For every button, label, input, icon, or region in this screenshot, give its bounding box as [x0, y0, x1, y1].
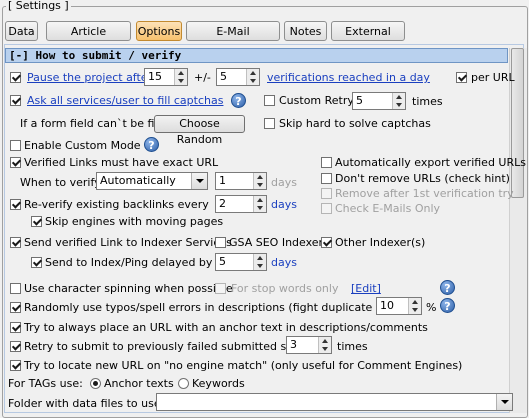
choose-random-button[interactable]: Choose Random: [154, 115, 245, 146]
ask-services-checkbox[interactable]: [10, 95, 21, 106]
typos-label: Randomly use typos/spell errors in descr…: [24, 301, 423, 314]
when-verify-unit: days: [271, 176, 297, 189]
pause-suffix-link[interactable]: verifications reached in a day: [267, 71, 430, 84]
pause-separator: +/-: [194, 71, 211, 84]
pause-value-spinner[interactable]: [174, 69, 187, 85]
ask-services-label[interactable]: Ask all services/user to fill captchas: [27, 94, 223, 107]
stop-words-checkbox[interactable]: [215, 283, 226, 294]
tags-anchor-radio[interactable]: [90, 378, 101, 389]
pause-checkbox[interactable]: [10, 72, 21, 83]
per-url-label: per URL: [471, 71, 515, 84]
custom-retry-spinner[interactable]: [392, 93, 405, 109]
verified-exact-label: Verified Links must have exact URL: [24, 156, 219, 169]
custom-mode-checkbox[interactable]: [10, 140, 21, 151]
retry-failed-unit: times: [337, 340, 368, 353]
check-emails-checkbox[interactable]: [321, 203, 332, 214]
no-engine-checkbox[interactable]: [10, 360, 21, 371]
dont-remove-checkbox[interactable]: [321, 173, 332, 184]
tags-keywords-label: Keywords: [192, 377, 245, 390]
indexer-label: Send verified Link to Indexer Services: [24, 236, 232, 249]
typos-unit: %: [426, 301, 437, 314]
spinning-edit-link[interactable]: [Edit]: [351, 282, 381, 295]
when-verify-days-spinner[interactable]: [253, 173, 266, 189]
send-index-checkbox[interactable]: [31, 257, 42, 268]
skip-moving-checkbox[interactable]: [31, 216, 42, 227]
retry-failed-checkbox[interactable]: [10, 341, 21, 352]
send-index-label: Send to Index/Ping delayed by: [45, 256, 213, 269]
folder-label: Folder with data files to use: [8, 397, 161, 410]
other-indexer-label: Other Indexer(s): [335, 236, 426, 249]
spinning-checkbox[interactable]: [10, 283, 21, 294]
tab-data[interactable]: Data: [5, 21, 38, 41]
chevron-down-icon[interactable]: [496, 394, 512, 410]
tags-keywords-radio[interactable]: [178, 378, 189, 389]
retry-failed-label: Retry to submit to previously failed sub…: [24, 340, 307, 353]
tags-label: For TAGs use:: [8, 377, 83, 390]
form-field-label: If a form field can`t be filled: [20, 117, 175, 130]
remove-after-label: Remove after 1st verification try: [335, 187, 514, 200]
help-icon[interactable]: ?: [231, 93, 246, 108]
skip-hard-label: Skip hard to solve captchas: [279, 117, 431, 130]
per-url-checkbox[interactable]: [456, 72, 467, 83]
auto-export-label: Automatically export verified URLs: [335, 156, 526, 169]
auto-export-checkbox[interactable]: [321, 157, 332, 168]
folder-select[interactable]: [156, 393, 513, 411]
settings-group-title: [ Settings ]: [6, 0, 71, 12]
send-index-unit: days: [271, 256, 297, 269]
check-emails-label: Check E-Mails Only: [335, 202, 441, 215]
tab-email-verification[interactable]: E-Mail verification: [186, 21, 280, 58]
help-icon[interactable]: ?: [144, 137, 159, 152]
reverify-days-spinner[interactable]: [253, 196, 266, 212]
send-index-days-spinner[interactable]: [253, 254, 266, 270]
chevron-down-icon[interactable]: [191, 173, 207, 189]
help-icon[interactable]: ?: [440, 280, 455, 295]
tab-external-apis[interactable]: External APIs: [331, 21, 405, 58]
indexer-checkbox[interactable]: [10, 237, 21, 248]
pause-label[interactable]: Pause the project after: [27, 71, 152, 84]
help-icon[interactable]: ?: [440, 298, 455, 313]
anchor-place-checkbox[interactable]: [10, 322, 21, 333]
tab-notes[interactable]: Notes: [284, 21, 327, 41]
retry-failed-spinner[interactable]: [318, 337, 331, 353]
remove-after-checkbox[interactable]: [321, 188, 332, 199]
typos-spinner[interactable]: [408, 298, 421, 314]
custom-retry-checkbox[interactable]: [264, 95, 275, 106]
tab-article-manager[interactable]: Article Manager: [46, 21, 131, 58]
tags-anchor-label: Anchor texts: [104, 377, 174, 390]
section-header[interactable]: [-] How to submit / verify: [5, 48, 508, 63]
other-indexer-checkbox[interactable]: [321, 237, 332, 248]
dont-remove-label: Don't remove URLs (check hint): [335, 172, 510, 185]
skip-moving-label: Skip engines with moving pages: [45, 215, 224, 228]
custom-mode-label: Enable Custom Mode: [24, 139, 141, 152]
typos-checkbox[interactable]: [10, 302, 21, 313]
tab-options[interactable]: Options: [136, 21, 182, 41]
custom-retry-label: Custom Retry: [279, 94, 354, 107]
gsa-indexer-label: GSA SEO Indexer: [229, 236, 324, 249]
pause-variance-spinner[interactable]: [246, 69, 259, 85]
gsa-indexer-checkbox[interactable]: [215, 237, 226, 248]
when-verify-select[interactable]: Automatically: [96, 172, 208, 190]
stop-words-label: For stop words only: [231, 282, 339, 295]
custom-retry-suffix: times: [412, 95, 443, 108]
reverify-checkbox[interactable]: [10, 199, 21, 210]
no-engine-label: Try to locate new URL on "no engine matc…: [24, 359, 463, 372]
verified-exact-checkbox[interactable]: [10, 157, 21, 168]
when-verify-selected: Automatically: [100, 174, 176, 187]
reverify-label: Re-verify existing backlinks every: [24, 198, 209, 211]
anchor-place-label: Try to always place an URL with an ancho…: [24, 321, 428, 334]
spinning-label: Use character spinning when possible: [24, 282, 233, 295]
when-verify-label: When to verify: [20, 176, 101, 189]
skip-hard-checkbox[interactable]: [264, 118, 275, 129]
reverify-unit: days: [271, 198, 297, 211]
